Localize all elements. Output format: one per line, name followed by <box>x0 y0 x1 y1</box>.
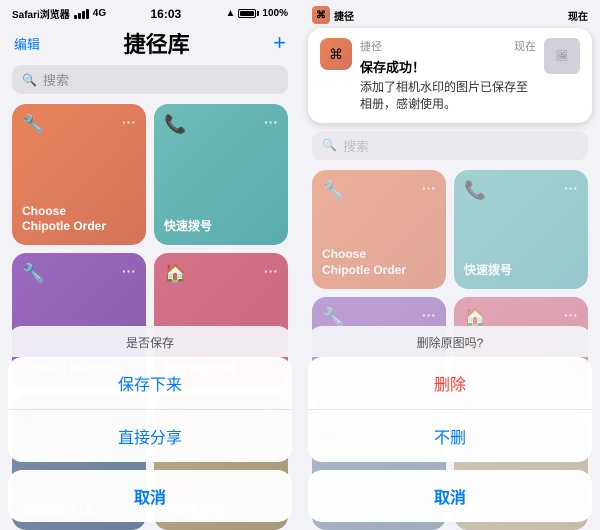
left-panel: Safari浏览器 4G 16:03 ▲ 100% 编辑 捷径库 + <box>0 0 300 530</box>
bar3 <box>82 11 85 19</box>
delete-button[interactable]: 删除 <box>308 357 592 410</box>
save-button[interactable]: 保存下来 <box>8 357 292 410</box>
signal-bars <box>74 9 89 19</box>
card-menu-home-r[interactable]: ··· <box>564 307 578 323</box>
action-title-right: 删除原图吗? <box>417 336 484 350</box>
add-button[interactable]: + <box>273 30 286 56</box>
card-choose-chipotle-r[interactable]: 🔧 ··· ChooseChipotle Order <box>312 170 446 289</box>
battery-icon <box>238 9 259 18</box>
card-title-dial-r: 快速拨号 <box>464 263 578 279</box>
search-placeholder-right: 搜索 <box>343 136 369 155</box>
card-title-chipotle-r: ChooseChipotle Order <box>322 247 436 278</box>
action-group-left: 保存下来 直接分享 <box>8 357 292 462</box>
card-quick-dial-r[interactable]: 📞 ··· 快速拨号 <box>454 170 588 289</box>
notif-header: 捷径 现在 <box>360 38 536 54</box>
search-bar-right[interactable]: 🔍 搜索 <box>312 131 588 160</box>
search-icon-left: 🔍 <box>22 73 37 87</box>
edit-button[interactable]: 编辑 <box>14 34 40 53</box>
card-icon-untitled: 🔧 <box>22 263 44 284</box>
action-group-right: 删除 不删 <box>308 357 592 462</box>
notif-app-label: 捷径 <box>360 38 382 54</box>
status-left: Safari浏览器 4G <box>12 6 106 21</box>
card-icon-home-r: 🏠 <box>464 307 486 328</box>
app-name-right: 捷径 <box>334 8 354 23</box>
panel-header-left: 编辑 捷径库 + <box>0 25 300 65</box>
battery-percent: 100% <box>262 8 288 19</box>
status-left-right: ⌘ 捷径 <box>312 6 354 24</box>
share-button[interactable]: 直接分享 <box>8 410 292 462</box>
status-right: ▲ 100% <box>226 8 288 19</box>
card-icon-home: 🏠 <box>164 263 186 284</box>
wifi-icon: ▲ <box>226 8 236 19</box>
app-icon-right: ⌘ <box>312 6 330 24</box>
thumbnail-icon: 🖼 <box>556 51 569 62</box>
card-menu-chipotle-r[interactable]: ··· <box>422 180 436 196</box>
card-menu-untitled[interactable]: ··· <box>122 263 136 279</box>
search-bar-left[interactable]: 🔍 搜索 <box>12 65 288 94</box>
page-title-left: 捷径库 <box>124 27 190 59</box>
notif-title: 保存成功！ <box>360 57 536 76</box>
action-sheet-content-right: 删除 不删 取消 <box>300 357 600 530</box>
status-bar-left: Safari浏览器 4G 16:03 ▲ 100% <box>0 0 300 25</box>
action-sheet-left: 是否保存 保存下来 直接分享 取消 <box>0 326 300 530</box>
card-icon-dial: 📞 <box>164 114 186 135</box>
bar4 <box>86 9 89 19</box>
card-quick-dial[interactable]: 📞 ··· 快速拨号 <box>154 104 288 245</box>
search-icon-right: 🔍 <box>322 138 337 152</box>
status-right-right: 现在 <box>568 8 588 23</box>
card-icon-chipotle-r: 🔧 <box>322 180 344 201</box>
action-sheet-content-left: 保存下来 直接分享 取消 <box>0 357 300 530</box>
notif-thumbnail: 🖼 <box>544 38 580 74</box>
search-placeholder-left: 搜索 <box>43 70 69 89</box>
card-icon-untitled-r: 🔧 <box>322 307 344 328</box>
notif-app-icon: ⌘ <box>320 38 352 70</box>
cancel-button-left[interactable]: 取消 <box>8 470 292 522</box>
notif-content: 捷径 现在 保存成功！ 添加了相机水印的图片已保存至相册，感谢使用。 <box>360 38 536 113</box>
status-bar-right: ⌘ 捷径 现在 <box>300 0 600 28</box>
card-menu-home[interactable]: ··· <box>264 263 278 279</box>
card-menu-chipotle[interactable]: ··· <box>122 114 136 130</box>
bar2 <box>78 13 81 19</box>
keep-button[interactable]: 不删 <box>308 410 592 462</box>
carrier-label: Safari浏览器 <box>12 6 70 21</box>
network-type: 4G <box>93 8 106 19</box>
card-title-chipotle: ChooseChipotle Order <box>22 204 136 235</box>
bar1 <box>74 15 77 19</box>
card-menu-dial[interactable]: ··· <box>264 114 278 130</box>
card-choose-chipotle[interactable]: 🔧 ··· ChooseChipotle Order <box>12 104 146 245</box>
card-icon-chipotle: 🔧 <box>22 114 44 135</box>
cancel-button-right[interactable]: 取消 <box>308 470 592 522</box>
notification-banner: ⌘ 捷径 现在 保存成功！ 添加了相机水印的图片已保存至相册，感谢使用。 🖼 <box>308 28 592 123</box>
notif-body: 添加了相机水印的图片已保存至相册，感谢使用。 <box>360 79 536 113</box>
action-sheet-right: 删除原图吗? 删除 不删 取消 <box>300 326 600 530</box>
now-label: 现在 <box>568 8 588 23</box>
time-display: 16:03 <box>150 7 181 21</box>
card-menu-untitled-r[interactable]: ··· <box>422 307 436 323</box>
action-title-left: 是否保存 <box>126 336 174 350</box>
card-menu-dial-r[interactable]: ··· <box>564 180 578 196</box>
notif-time: 现在 <box>514 38 536 54</box>
card-title-dial: 快速拨号 <box>164 219 278 235</box>
card-icon-dial-r: 📞 <box>464 180 486 201</box>
right-panel: ⌘ 捷径 现在 ⌘ 捷径 现在 保存成功！ 添加了相机水印的图片已保存至相册，感… <box>300 0 600 530</box>
